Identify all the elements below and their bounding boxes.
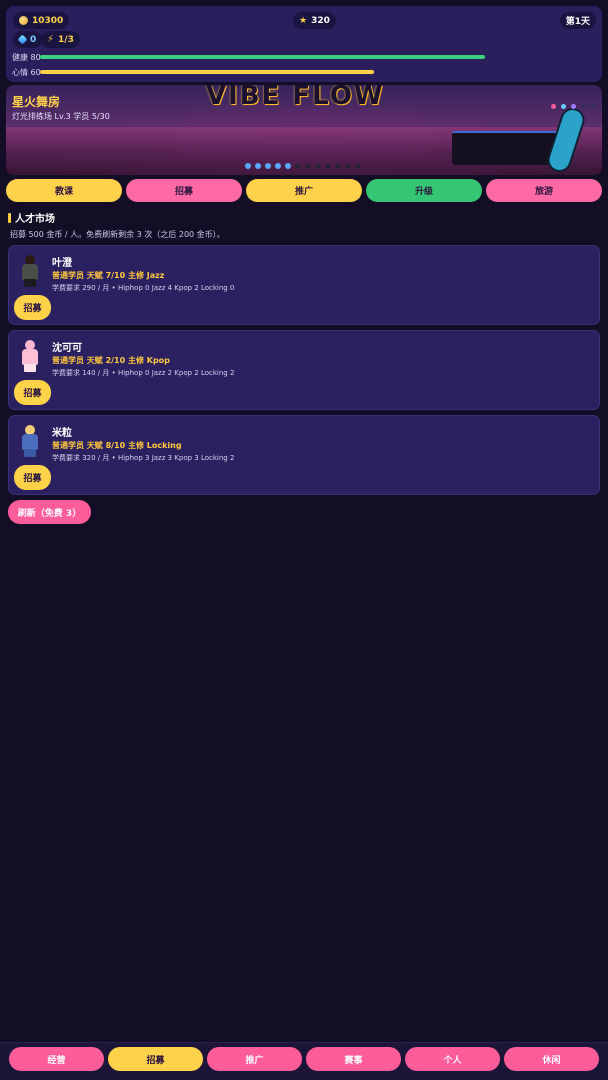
action-button-3[interactable]: 升级 (366, 179, 482, 202)
health-bar (40, 55, 596, 59)
health-bar-fill (40, 55, 485, 59)
carousel-dot[interactable] (305, 163, 311, 169)
nav-tab-1[interactable]: 招募 (108, 1047, 203, 1071)
carousel-dot[interactable] (355, 163, 361, 169)
heading-marker (8, 212, 11, 223)
action-bar: 教课 招募 推广 升级 旅游 (6, 179, 602, 202)
theme-dots (551, 104, 596, 109)
dark-jacket-dancer-icon (19, 255, 41, 287)
avatar-legs (24, 364, 36, 372)
candidate-name: 米粒 (52, 428, 72, 439)
studio-info: 灯光排练场 Lv.3 学员 5/30 (12, 112, 110, 121)
status-panel: 10300 ★ 320 第1天 0 ⚡ 1/3 健康 80 心情 60 (6, 6, 602, 82)
recruit-button[interactable]: 招募 (14, 295, 51, 320)
action-button-1[interactable]: 招募 (126, 179, 242, 202)
nav-tab-4[interactable]: 个人 (405, 1047, 500, 1071)
gem-counter: 0 (13, 31, 43, 48)
theme-dot[interactable] (591, 104, 596, 109)
coin-value: 10300 (32, 15, 64, 26)
candidate-name: 沈可可 (52, 343, 82, 354)
avatar-body (22, 264, 38, 280)
avatar-legs (24, 449, 36, 457)
candidate-card: 米粒普通学员 天赋 8/10 主修 Locking 学费要求 320 / 月 • … (8, 415, 600, 495)
gem-value: 0 (30, 34, 37, 45)
candidate-attributes: 普通学员 天赋 2/10 主修 Kpop (52, 356, 170, 365)
candidate-requirements: 学费要求 320 / 月 • Hiphop 3 Jazz 3 Kpop 3 Lo… (52, 454, 235, 462)
coin-icon (19, 16, 28, 25)
studio-name: 星火舞房 (12, 95, 61, 109)
theme-dot[interactable] (551, 104, 556, 109)
section-description: 招募 500 金币 / 人。免费刷新剩余 3 次（之后 200 金币）。 (10, 230, 225, 239)
carousel-dot[interactable] (285, 163, 291, 169)
action-button-4[interactable]: 旅游 (486, 179, 602, 202)
candidate-attributes: 普通学员 天赋 8/10 主修 Locking (52, 441, 182, 450)
nav-tab-2[interactable]: 推广 (207, 1047, 302, 1071)
carousel-dot[interactable] (335, 163, 341, 169)
nav-tab-0[interactable]: 经营 (9, 1047, 104, 1071)
mood-label: 心情 60 (12, 68, 41, 77)
candidate-card: 沈可可普通学员 天赋 2/10 主修 Kpop 学费要求 140 / 月 • Hi… (8, 330, 600, 410)
carousel-indicator[interactable] (245, 163, 361, 169)
candidate-attributes: 普通学员 天赋 7/10 主修 Jazz (52, 271, 165, 280)
carousel-dot[interactable] (245, 163, 251, 169)
carousel-dot[interactable] (315, 163, 321, 169)
star-value: 320 (311, 15, 330, 26)
carousel-dot[interactable] (295, 163, 301, 169)
pink-dress-dancer-icon (19, 340, 41, 372)
dj-mixer-image (452, 131, 562, 165)
bottom-nav: 经营 招募 推广 赛事 个人 休闲 (9, 1047, 599, 1071)
nav-tab-5[interactable]: 休闲 (504, 1047, 599, 1071)
section-heading: 人才市场 (8, 210, 55, 225)
recruit-button[interactable]: 招募 (14, 465, 51, 490)
health-label: 健康 80 (12, 53, 41, 62)
nav-tab-3[interactable]: 赛事 (306, 1047, 401, 1071)
avatar-legs (24, 279, 36, 287)
action-button-2[interactable]: 推广 (246, 179, 362, 202)
carousel-dot[interactable] (345, 163, 351, 169)
theme-dot[interactable] (571, 104, 576, 109)
star-counter: ★ 320 (293, 12, 336, 29)
mood-bar (40, 70, 596, 74)
avatar-body (22, 434, 38, 450)
carousel-dot[interactable] (325, 163, 331, 169)
studio-banner[interactable]: VIBE FLOW 星火舞房 灯光排练场 Lv.3 学员 5/30 (6, 85, 602, 175)
coin-counter: 10300 (13, 12, 70, 29)
carousel-dot[interactable] (275, 163, 281, 169)
mood-bar-fill (40, 70, 374, 74)
carousel-dot[interactable] (265, 163, 271, 169)
lightning-icon: ⚡ (47, 34, 55, 45)
candidate-requirements: 学费要求 290 / 月 • Hiphop 0 Jazz 4 Kpop 2 Lo… (52, 284, 235, 292)
theme-dot[interactable] (581, 104, 586, 109)
carousel-dot[interactable] (255, 163, 261, 169)
theme-dot[interactable] (561, 104, 566, 109)
star-icon: ★ (299, 15, 308, 26)
refresh-button[interactable]: 刷新（免费 3） (8, 500, 91, 524)
day-badge: 第1天 (559, 12, 596, 29)
action-button-0[interactable]: 教课 (6, 179, 122, 202)
section-title: 人才市场 (15, 214, 55, 225)
energy-counter: ⚡ 1/3 (41, 31, 80, 48)
day-value: 第1天 (565, 17, 590, 27)
energy-value: 1/3 (58, 34, 74, 45)
candidate-requirements: 学费要求 140 / 月 • Hiphop 0 Jazz 2 Kpop 2 Lo… (52, 369, 235, 377)
candidate-card: 叶澄普通学员 天赋 7/10 主修 Jazz 学费要求 290 / 月 • Hip… (8, 245, 600, 325)
recruit-button[interactable]: 招募 (14, 380, 51, 405)
candidate-name: 叶澄 (52, 258, 72, 269)
overalls-dancer-icon (19, 425, 41, 457)
graffiti-wall-art: VIBE FLOW (206, 85, 385, 111)
avatar-body (22, 349, 38, 365)
gem-icon (17, 34, 28, 45)
